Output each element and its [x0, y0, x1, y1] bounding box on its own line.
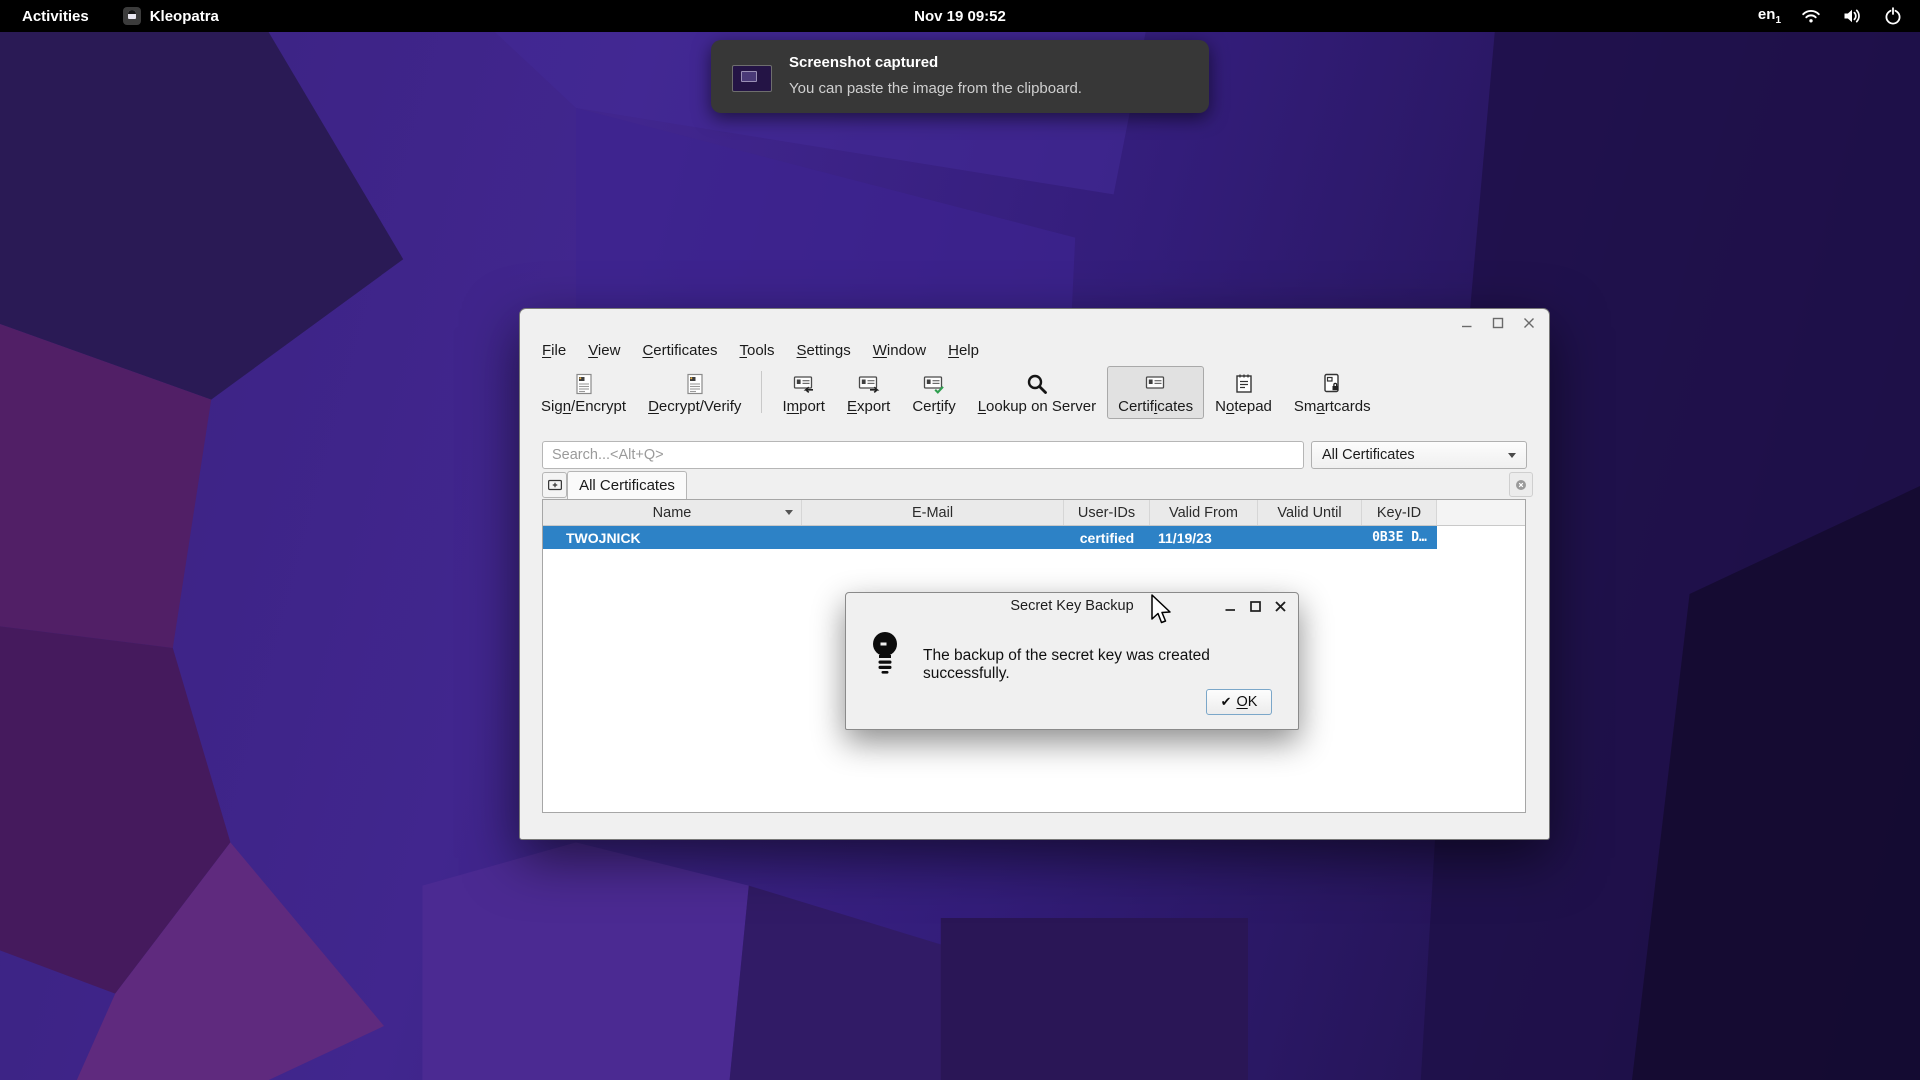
column-header-label: Name: [653, 505, 692, 521]
notepad-icon: [1232, 372, 1256, 396]
sort-indicator-icon: [785, 510, 793, 515]
toolbar-button-decrypt-verify[interactable]: Decrypt/Verify: [637, 366, 752, 419]
ok-button[interactable]: ✔ OK: [1206, 689, 1272, 715]
document-sign-icon: [572, 372, 596, 396]
kleopatra-app-icon: [123, 7, 141, 25]
table-header: Name E-Mail User-IDs Valid From Valid Until K…: [543, 500, 1525, 526]
column-header-e-mail[interactable]: E-Mail: [802, 500, 1064, 525]
column-header-label: Valid Until: [1277, 505, 1341, 521]
gnome-top-bar: Activities Kleopatra Nov 19 09:52 en1: [0, 0, 1920, 32]
dialog-maximize-button[interactable]: [1249, 600, 1262, 618]
column-header-valid-until[interactable]: Valid Until: [1258, 500, 1362, 525]
check-icon: ✔: [1221, 694, 1232, 710]
keyboard-layout-indicator[interactable]: en1: [1758, 6, 1781, 26]
ok-button-label: OK: [1236, 694, 1257, 710]
toolbar-button-export[interactable]: Export: [836, 366, 901, 419]
magnifier-icon: [1025, 372, 1049, 396]
new-tab-button[interactable]: [542, 472, 567, 498]
notification-banner[interactable]: Screenshot captured You can paste the im…: [711, 40, 1209, 113]
toolbar-button-label: Import: [782, 398, 825, 415]
cell-user-ids: certified: [1064, 530, 1150, 546]
focused-app-indicator[interactable]: Kleopatra: [123, 7, 219, 25]
dialog-close-button[interactable]: [1274, 600, 1287, 618]
cell-valid-from: 11/19/23: [1150, 530, 1258, 546]
card-export-icon: [857, 372, 881, 396]
menu-settings[interactable]: Settings: [786, 340, 862, 361]
dialog-minimize-button[interactable]: [1224, 600, 1237, 618]
toolbar-button-label: Sign/Encrypt: [541, 398, 626, 415]
system-tray[interactable]: en1: [1758, 5, 1920, 27]
secret-key-backup-dialog: Secret Key Backup The backup of the secr…: [845, 592, 1299, 730]
menu-file[interactable]: File: [531, 340, 577, 361]
toolbar: Sign/Encrypt Decrypt/Verify Import Export Ce…: [520, 363, 1549, 422]
wifi-icon: [1800, 5, 1822, 27]
close-tab-button[interactable]: [1509, 472, 1533, 497]
window-maximize-button[interactable]: [1491, 316, 1505, 330]
table-body: TWOJNICK certified11/19/23 0B3E D…: [543, 526, 1525, 549]
card-id-icon: [1144, 372, 1168, 396]
kleopatra-window: FileViewCertificatesToolsSettingsWindowH…: [519, 308, 1550, 840]
toolbar-button-certify[interactable]: Certify: [901, 366, 966, 419]
mouse-cursor: [1150, 594, 1174, 630]
screenshot-thumbnail-icon: [732, 65, 772, 92]
window-close-button[interactable]: [1522, 316, 1536, 330]
card-certify-icon: [922, 372, 946, 396]
notification-title: Screenshot captured: [789, 54, 938, 71]
certificate-filter-dropdown[interactable]: All Certificates: [1311, 441, 1527, 469]
column-header-name[interactable]: Name: [543, 500, 802, 525]
menu-view[interactable]: View: [577, 340, 631, 361]
toolbar-button-label: Lookup on Server: [978, 398, 1096, 415]
certificate-filter-value: All Certificates: [1322, 447, 1415, 463]
column-header-filler: [1437, 500, 1525, 525]
card-import-icon: [792, 372, 816, 396]
toolbar-button-label: Certificates: [1118, 398, 1193, 415]
search-input[interactable]: [542, 441, 1304, 469]
document-verify-icon: [683, 372, 707, 396]
column-header-valid-from[interactable]: Valid From: [1150, 500, 1258, 525]
power-icon: [1882, 5, 1904, 27]
smartcard-icon: [1320, 372, 1344, 396]
notification-body: You can paste the image from the clipboa…: [789, 80, 1082, 97]
tab-all-certificates[interactable]: All Certificates: [567, 471, 687, 499]
volume-icon: [1841, 5, 1863, 27]
column-header-label: Valid From: [1169, 505, 1238, 521]
toolbar-button-label: Decrypt/Verify: [648, 398, 741, 415]
activities-button[interactable]: Activities: [18, 6, 93, 27]
toolbar-button-certificates[interactable]: Certificates: [1107, 366, 1204, 419]
toolbar-button-sign-encrypt[interactable]: Sign/Encrypt: [530, 366, 637, 419]
window-minimize-button[interactable]: [1460, 316, 1474, 330]
column-header-label: User-IDs: [1078, 505, 1135, 521]
toolbar-button-lookup-on-server[interactable]: Lookup on Server: [967, 366, 1107, 419]
toolbar-separator: [761, 371, 762, 413]
desktop-screen: Activities Kleopatra Nov 19 09:52 en1: [0, 0, 1920, 1080]
toolbar-button-import[interactable]: Import: [771, 366, 836, 419]
window-titlebar[interactable]: [520, 309, 1549, 337]
toolbar-button-label: Certify: [912, 398, 955, 415]
toolbar-button-label: Export: [847, 398, 890, 415]
menu-tools[interactable]: Tools: [728, 340, 785, 361]
menu-help[interactable]: Help: [937, 340, 990, 361]
column-header-user-ids[interactable]: User-IDs: [1064, 500, 1150, 525]
menu-certificates[interactable]: Certificates: [631, 340, 728, 361]
toolbar-button-notepad[interactable]: Notepad: [1204, 366, 1283, 419]
toolbar-button-label: Notepad: [1215, 398, 1272, 415]
toolbar-button-label: Smartcards: [1294, 398, 1371, 415]
toolbar-button-smartcards[interactable]: Smartcards: [1283, 366, 1382, 419]
lightbulb-icon: [868, 629, 902, 682]
column-header-label: E-Mail: [912, 505, 953, 521]
menu-window[interactable]: Window: [862, 340, 937, 361]
column-header-key-id[interactable]: Key-ID: [1362, 500, 1437, 525]
cell-key-id: 0B3E D…: [1362, 530, 1437, 545]
clock-button[interactable]: Nov 19 09:52: [908, 6, 1012, 27]
menu-bar: FileViewCertificatesToolsSettingsWindowH…: [520, 337, 1549, 363]
top-bar-left: Activities Kleopatra: [0, 6, 219, 27]
table-row[interactable]: TWOJNICK certified11/19/23 0B3E D…: [543, 526, 1437, 549]
column-header-label: Key-ID: [1377, 505, 1421, 521]
dialog-message: The backup of the secret key was created…: [923, 647, 1298, 683]
cell-name: TWOJNICK: [543, 530, 802, 546]
focused-app-name: Kleopatra: [150, 8, 219, 25]
chevron-down-icon: [1508, 453, 1516, 458]
